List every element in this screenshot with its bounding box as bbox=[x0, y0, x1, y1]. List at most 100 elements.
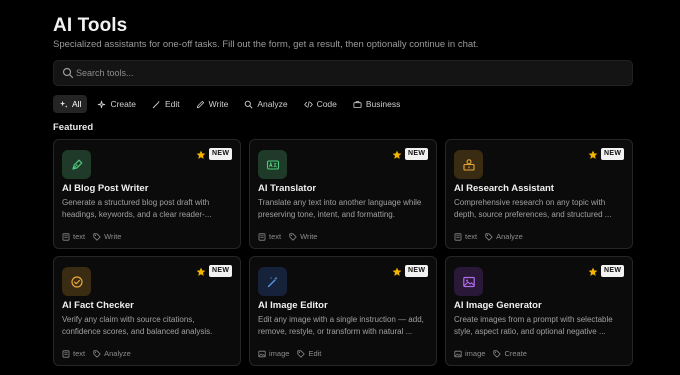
new-badge: NEW bbox=[405, 265, 429, 277]
magic-wand-icon bbox=[267, 276, 278, 287]
tool-card-blog-post-writer[interactable]: NEW AI Blog Post Writer Generate a struc… bbox=[53, 139, 241, 249]
filter-business[interactable]: Business bbox=[347, 95, 407, 113]
check-circle-icon bbox=[70, 275, 83, 288]
page-title: AI Tools bbox=[53, 15, 128, 36]
filter-create[interactable]: Create bbox=[91, 95, 142, 113]
filter-all[interactable]: All bbox=[53, 95, 88, 113]
tool-type: text bbox=[73, 349, 86, 358]
tool-icon-container bbox=[258, 267, 287, 296]
new-badge: NEW bbox=[209, 148, 233, 160]
tool-card-fact-checker[interactable]: NEW AI Fact Checker Verify any claim wit… bbox=[53, 256, 241, 366]
text-doc-icon bbox=[258, 232, 266, 241]
tool-type: text bbox=[465, 232, 478, 241]
star-icon bbox=[196, 150, 206, 159]
tool-icon-container bbox=[454, 150, 483, 179]
create-sparkle-icon bbox=[98, 100, 106, 108]
image-icon bbox=[454, 350, 462, 357]
new-badge: NEW bbox=[601, 148, 625, 160]
search-icon bbox=[62, 67, 74, 79]
tool-category: Edit bbox=[308, 349, 322, 358]
briefcase-icon bbox=[353, 100, 362, 108]
research-icon bbox=[462, 158, 475, 171]
filter-label: Create bbox=[110, 99, 136, 109]
filter-analyze[interactable]: Analyze bbox=[238, 95, 293, 113]
image-icon bbox=[462, 276, 475, 287]
tag-icon bbox=[289, 232, 297, 241]
filter-label: Code bbox=[316, 99, 337, 109]
filter-write[interactable]: Write bbox=[190, 95, 235, 113]
text-doc-icon bbox=[454, 232, 462, 241]
tool-description: Verify any claim with source citations, … bbox=[62, 315, 213, 336]
tool-meta: text Analyze bbox=[454, 232, 523, 241]
filter-label: All bbox=[72, 99, 82, 109]
tool-name: AI Blog Post Writer bbox=[62, 183, 149, 194]
tool-type: text bbox=[73, 232, 86, 241]
tool-category: Analyze bbox=[104, 349, 131, 358]
filter-code[interactable]: Code bbox=[298, 95, 343, 113]
tool-name: AI Research Assistant bbox=[454, 183, 554, 194]
tool-type: text bbox=[269, 232, 282, 241]
filter-edit[interactable]: Edit bbox=[146, 95, 186, 113]
tag-icon bbox=[93, 232, 101, 241]
filter-label: Analyze bbox=[257, 99, 288, 109]
pen-nib-icon bbox=[71, 159, 82, 170]
tag-icon bbox=[493, 349, 502, 358]
tool-category: Write bbox=[104, 232, 122, 241]
search-bar[interactable] bbox=[53, 60, 633, 86]
tool-category: Analyze bbox=[496, 232, 523, 241]
new-badge: NEW bbox=[209, 265, 233, 277]
filter-label: Business bbox=[365, 99, 401, 109]
tool-name: AI Image Editor bbox=[258, 300, 328, 311]
section-title-featured: Featured bbox=[53, 122, 94, 133]
tool-description: Generate a structured blog post draft wi… bbox=[62, 198, 212, 219]
filter-label: Write bbox=[208, 99, 229, 109]
tag-icon bbox=[297, 349, 306, 358]
magic-wand-icon bbox=[152, 100, 160, 108]
tool-card-image-generator[interactable]: NEW AI Image Generator Create images fro… bbox=[445, 256, 633, 366]
tool-meta: text Write bbox=[62, 232, 121, 241]
tool-category: Create bbox=[504, 349, 527, 358]
translate-icon bbox=[266, 159, 279, 170]
filter-label: Edit bbox=[164, 99, 180, 109]
pen-icon bbox=[196, 100, 204, 108]
magnifier-icon bbox=[245, 100, 253, 108]
tool-icon-container bbox=[62, 267, 91, 296]
new-badge: NEW bbox=[405, 148, 429, 160]
new-badge: NEW bbox=[601, 265, 625, 277]
tool-card-research-assistant[interactable]: NEW AI Research Assistant Comprehensive … bbox=[445, 139, 633, 249]
tag-icon bbox=[485, 232, 493, 241]
page-subtitle: Specialized assistants for one-off tasks… bbox=[53, 39, 479, 50]
text-doc-icon bbox=[62, 232, 70, 241]
tool-description: Edit any image with a single instruction… bbox=[258, 315, 424, 336]
tool-category: Write bbox=[300, 232, 318, 241]
star-icon bbox=[392, 267, 402, 276]
tool-description: Translate any text into another language… bbox=[258, 198, 422, 219]
tool-description: Comprehensive research on any topic with… bbox=[454, 198, 612, 219]
tool-name: AI Image Generator bbox=[454, 300, 542, 311]
text-doc-icon bbox=[62, 349, 70, 358]
tool-card-image-editor[interactable]: NEW AI Image Editor Edit any image with … bbox=[249, 256, 437, 366]
search-input[interactable] bbox=[76, 61, 616, 85]
star-icon bbox=[392, 150, 402, 159]
tool-type: image bbox=[465, 349, 486, 358]
tool-meta: text Write bbox=[258, 232, 317, 241]
star-icon bbox=[588, 267, 598, 276]
sparkles-icon bbox=[59, 100, 68, 108]
code-icon bbox=[303, 100, 313, 108]
tool-name: AI Fact Checker bbox=[62, 300, 134, 311]
star-icon bbox=[196, 267, 206, 276]
tool-icon-container bbox=[62, 150, 91, 179]
tool-type: image bbox=[269, 349, 290, 358]
tool-card-translator[interactable]: NEW AI Translator Translate any text int… bbox=[249, 139, 437, 249]
tool-name: AI Translator bbox=[258, 183, 317, 194]
tool-meta: text Analyze bbox=[62, 349, 131, 358]
tag-icon bbox=[93, 349, 101, 358]
tool-meta: image Edit bbox=[258, 349, 321, 358]
tool-icon-container bbox=[454, 267, 483, 296]
tool-icon-container bbox=[258, 150, 287, 179]
star-icon bbox=[588, 150, 598, 159]
tool-meta: image Create bbox=[454, 349, 527, 358]
image-icon bbox=[258, 350, 266, 357]
tool-description: Create images from a prompt with selecta… bbox=[454, 315, 613, 336]
category-filters: All Create Edit Write Analyze Code Busin… bbox=[53, 95, 406, 113]
